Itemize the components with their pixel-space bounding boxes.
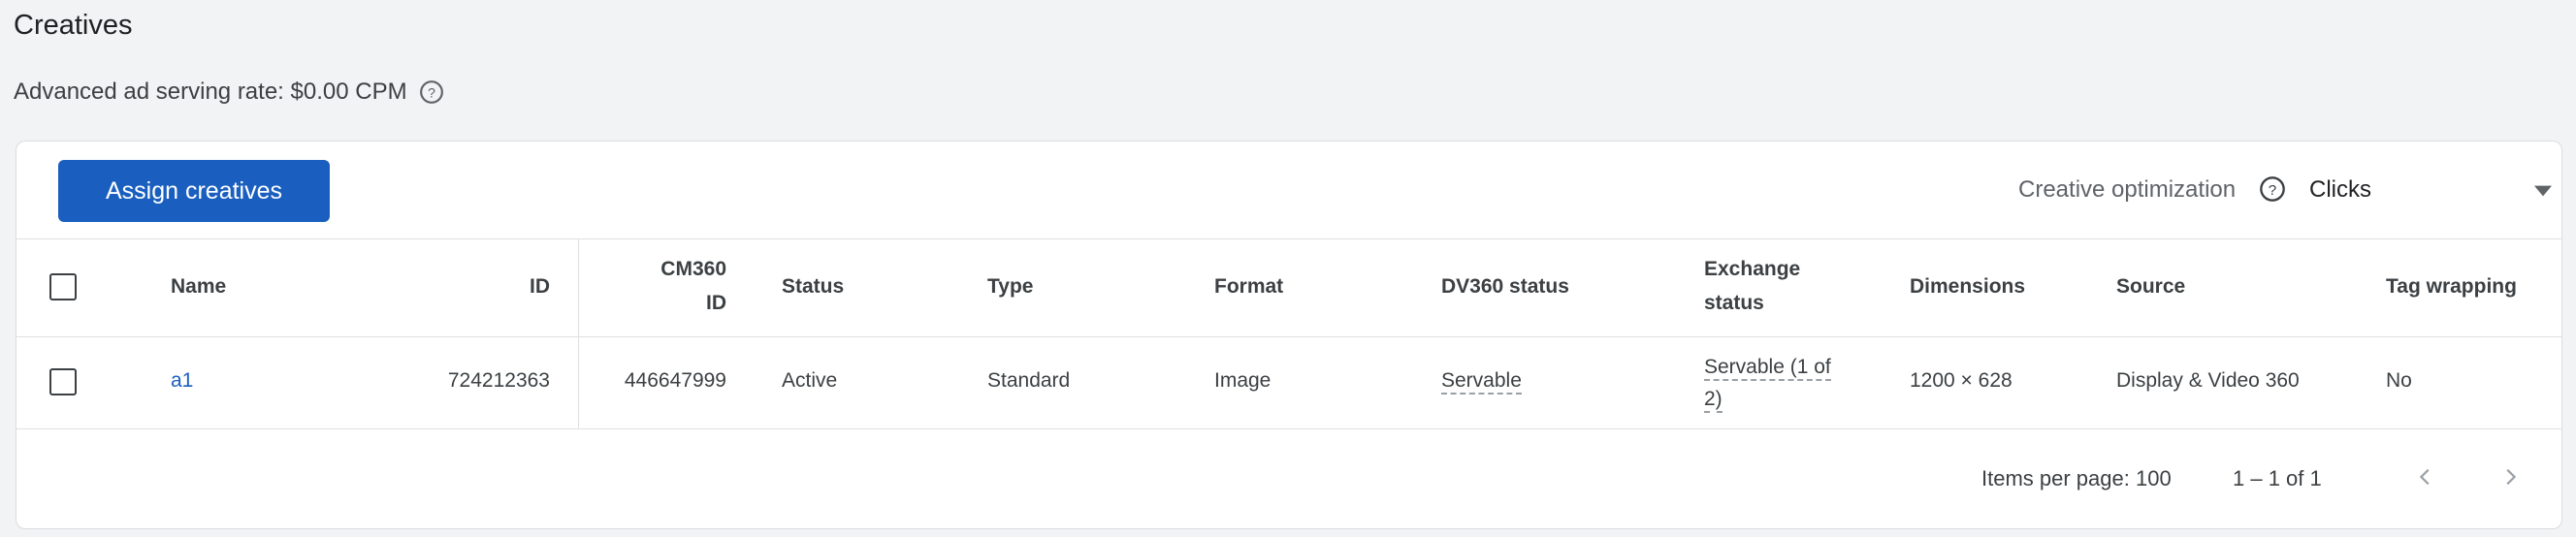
header-type[interactable]: Type <box>987 269 1033 303</box>
cell-id: 724212363 <box>447 369 550 392</box>
cell-exchange-status[interactable]: Servable (1 of 2) <box>1704 351 1831 415</box>
cell-tag-wrapping: No <box>2386 369 2412 392</box>
serving-rate-text: Advanced ad serving rate: $0.00 CPM <box>14 79 407 105</box>
dropdown-arrow-icon <box>2534 182 2552 200</box>
pagination: Items per page: 100 1 – 1 of 1 <box>16 429 2561 526</box>
table-header-row: Name ID CM360 ID Status Type Format DV36… <box>16 238 2561 337</box>
header-cm360-line2: ID <box>706 292 726 314</box>
toolbar: Assign creatives Creative optimization ?… <box>16 142 2561 239</box>
cell-status: Active <box>782 369 838 392</box>
header-exchange-status[interactable]: Exchange status <box>1704 252 1800 320</box>
page-title: Creatives <box>14 10 133 41</box>
assign-creatives-button[interactable]: Assign creatives <box>58 160 330 222</box>
header-id[interactable]: ID <box>453 269 550 303</box>
header-name[interactable]: Name <box>171 269 226 303</box>
header-cm360-line1: CM360 <box>660 258 726 280</box>
column-divider <box>578 337 579 428</box>
optimization-value: Clicks <box>2309 176 2371 203</box>
select-all-checkbox[interactable] <box>49 273 77 300</box>
svg-text:?: ? <box>428 84 435 100</box>
creative-name-link[interactable]: a1 <box>171 369 193 393</box>
header-status[interactable]: Status <box>782 269 844 303</box>
pagination-range: 1 – 1 of 1 <box>2233 466 2322 490</box>
header-cm360-id[interactable]: CM360 ID <box>618 252 726 320</box>
header-exchange-line2: status <box>1704 292 1764 314</box>
exchange-status-line2: 2) <box>1704 388 1723 413</box>
header-source[interactable]: Source <box>2116 269 2185 303</box>
row-checkbox[interactable] <box>49 368 77 395</box>
header-dimensions[interactable]: Dimensions <box>1910 269 2025 303</box>
cell-dv360-status[interactable]: Servable <box>1441 369 1522 395</box>
svg-text:?: ? <box>2269 182 2276 199</box>
cell-cm360-id: 446647999 <box>624 369 726 392</box>
creative-optimization-label: Creative optimization <box>2018 176 2237 203</box>
creatives-card: Assign creatives Creative optimization ?… <box>16 141 2562 529</box>
help-icon[interactable]: ? <box>419 79 444 105</box>
dv360-status-text: Servable <box>1441 369 1522 395</box>
creative-optimization-select[interactable]: Clicks <box>2309 163 2552 217</box>
cell-type: Standard <box>987 369 1071 392</box>
header-tag-wrapping[interactable]: Tag wrapping <box>2386 269 2517 303</box>
header-exchange-line1: Exchange <box>1704 258 1801 280</box>
cell-source: Display & Video 360 <box>2116 369 2300 392</box>
header-dv360-status[interactable]: DV360 status <box>1441 269 1569 303</box>
items-per-page[interactable]: Items per page: 100 <box>1981 466 2172 491</box>
help-icon[interactable]: ? <box>2259 175 2286 203</box>
exchange-status-line1: Servable (1 of <box>1704 356 1831 381</box>
cell-format: Image <box>1214 369 1272 392</box>
column-divider <box>578 238 579 336</box>
table-row: a1 724212363 446647999 Active Standard I… <box>16 337 2561 429</box>
previous-page-icon[interactable] <box>2411 462 2440 491</box>
cell-dimensions: 1200 × 628 <box>1910 369 2012 392</box>
next-page-icon[interactable] <box>2496 462 2525 491</box>
serving-rate: Advanced ad serving rate: $0.00 CPM ? <box>14 79 444 106</box>
header-format[interactable]: Format <box>1214 269 1283 303</box>
